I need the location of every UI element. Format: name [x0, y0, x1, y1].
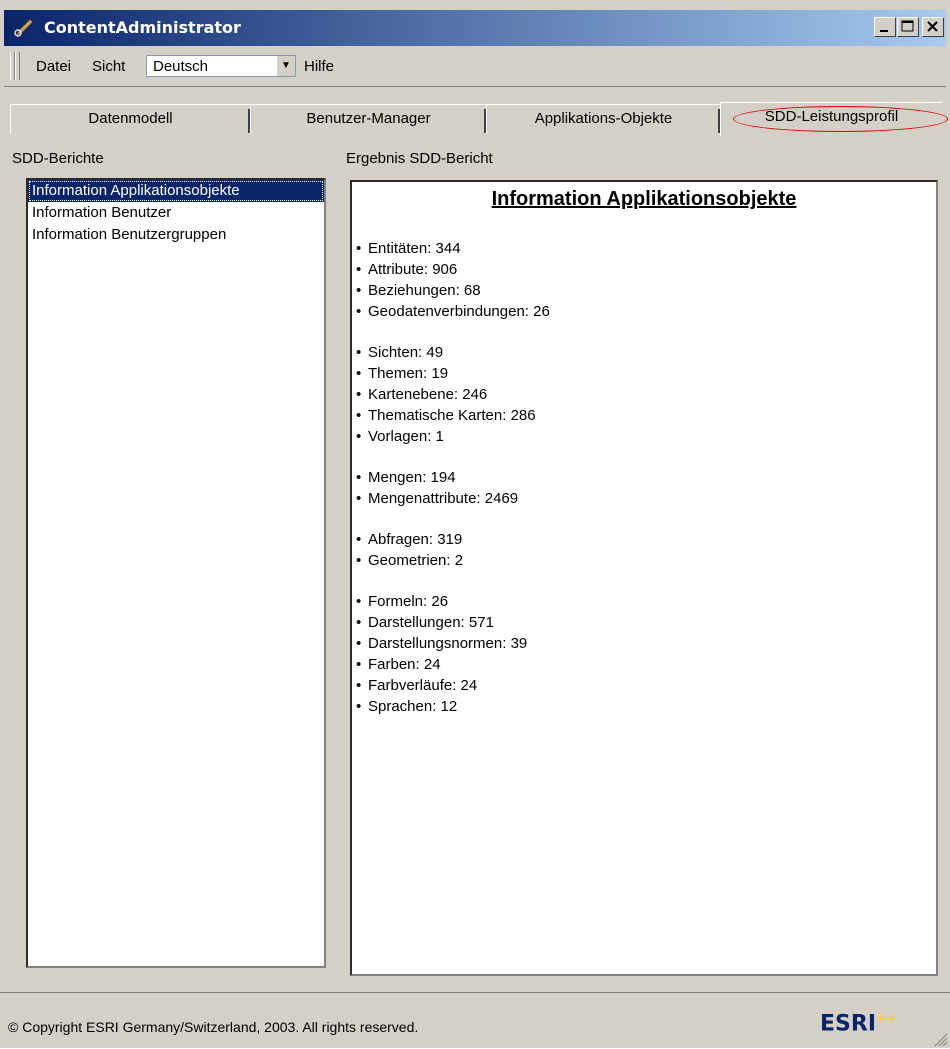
menu-sicht[interactable]: Sicht: [92, 58, 125, 75]
list-item: Kartenebene: 246: [356, 384, 550, 405]
list-item: Geometrien: 2: [356, 550, 550, 571]
menu-bar: Datei Sicht Deutsch ▼ Hilfe: [4, 46, 946, 87]
list-item-information-benutzergruppen[interactable]: Information Benutzergruppen: [28, 224, 324, 246]
report-title: Information Applikationsobjekte: [491, 188, 797, 210]
chevron-down-icon[interactable]: ▼: [277, 56, 295, 76]
list-item: Mengen: 194: [356, 467, 550, 488]
report-group-queries: Abfragen: 319 Geometrien: 2: [356, 529, 550, 571]
close-icon: [927, 21, 938, 32]
tab-sdd-leistungsprofil[interactable]: SDD-Leistungsprofil: [720, 102, 948, 136]
report-result-label: Ergebnis SDD-Bericht: [346, 150, 493, 167]
tab-benutzer-manager[interactable]: Benutzer-Manager: [250, 104, 486, 134]
minimize-button[interactable]: [874, 17, 896, 37]
maximize-icon: [901, 20, 914, 32]
list-item: Abfragen: 319: [356, 529, 550, 550]
report-group-formulas: Formeln: 26 Darstellungen: 571 Darstellu…: [356, 591, 550, 717]
list-item: Mengenattribute: 2469: [356, 488, 550, 509]
list-item-information-benutzer[interactable]: Information Benutzer: [28, 202, 324, 224]
list-item: Beziehungen: 68: [356, 280, 550, 301]
tab-label: Benutzer-Manager: [306, 110, 431, 127]
report-group-sets: Mengen: 194 Mengenattribute: 2469: [356, 467, 550, 509]
menu-datei[interactable]: Datei: [36, 58, 71, 75]
list-item: Themen: 19: [356, 363, 550, 384]
list-item: Sichten: 49: [356, 342, 550, 363]
report-content: Entitäten: 344 Attribute: 906 Beziehunge…: [356, 238, 550, 737]
app-window: ContentAdministrator Datei Sicht Deutsch…: [0, 0, 950, 1048]
report-group-entities: Entitäten: 344 Attribute: 906 Beziehunge…: [356, 238, 550, 322]
minimize-icon: [880, 30, 888, 32]
list-item: Farben: 24: [356, 654, 550, 675]
list-item: Attribute: 906: [356, 259, 550, 280]
tab-datenmodell[interactable]: Datenmodell: [10, 104, 250, 134]
report-group-views: Sichten: 49 Themen: 19 Kartenebene: 246 …: [356, 342, 550, 447]
tab-label: Datenmodell: [88, 110, 173, 127]
language-select[interactable]: Deutsch ▼: [146, 55, 296, 77]
language-select-value: Deutsch: [153, 58, 209, 75]
list-item: Geodatenverbindungen: 26: [356, 301, 550, 322]
list-item: Darstellungsnormen: 39: [356, 633, 550, 654]
list-item: Vorlagen: 1: [356, 426, 550, 447]
list-item-information-applikationsobjekte[interactable]: Information Applikationsobjekte: [28, 180, 324, 202]
copyright-text: © Copyright ESRI Germany/Switzerland, 20…: [8, 1019, 419, 1035]
esri-logo-text: ESRI: [820, 1011, 876, 1037]
esri-logo: ESRI++: [820, 1011, 896, 1036]
list-item: Farbverläufe: 24: [356, 675, 550, 696]
report-panel[interactable]: Information Applikationsobjekte Entitäte…: [350, 180, 938, 976]
list-item: Darstellungen: 571: [356, 612, 550, 633]
list-item: Thematische Karten: 286: [356, 405, 550, 426]
app-pen-icon: [13, 18, 34, 39]
maximize-button[interactable]: [897, 17, 919, 37]
tab-label: Applikations-Objekte: [534, 110, 673, 127]
close-button[interactable]: [922, 17, 944, 37]
resize-grip-icon[interactable]: [934, 1033, 948, 1047]
esri-logo-sup: ++: [876, 1011, 897, 1025]
list-item: Sprachen: 12: [356, 696, 550, 717]
list-item: Formeln: 26: [356, 591, 550, 612]
menu-hilfe[interactable]: Hilfe: [304, 58, 334, 75]
tab-applikations-objekte[interactable]: Applikations-Objekte: [486, 104, 720, 134]
tab-label: SDD-Leistungsprofil: [764, 108, 899, 125]
reports-list-label: SDD-Berichte: [12, 150, 104, 167]
title-bar[interactable]: ContentAdministrator: [4, 10, 946, 46]
status-bar: © Copyright ESRI Germany/Switzerland, 20…: [0, 992, 950, 1049]
tab-strip: Datenmodell Benutzer-Manager Applikation…: [10, 102, 948, 136]
reports-list[interactable]: Information Applikationsobjekte Informat…: [26, 178, 326, 968]
window-title: ContentAdministrator: [44, 18, 241, 37]
list-item: Entitäten: 344: [356, 238, 550, 259]
toolbar-grip-secondary[interactable]: [15, 52, 20, 80]
